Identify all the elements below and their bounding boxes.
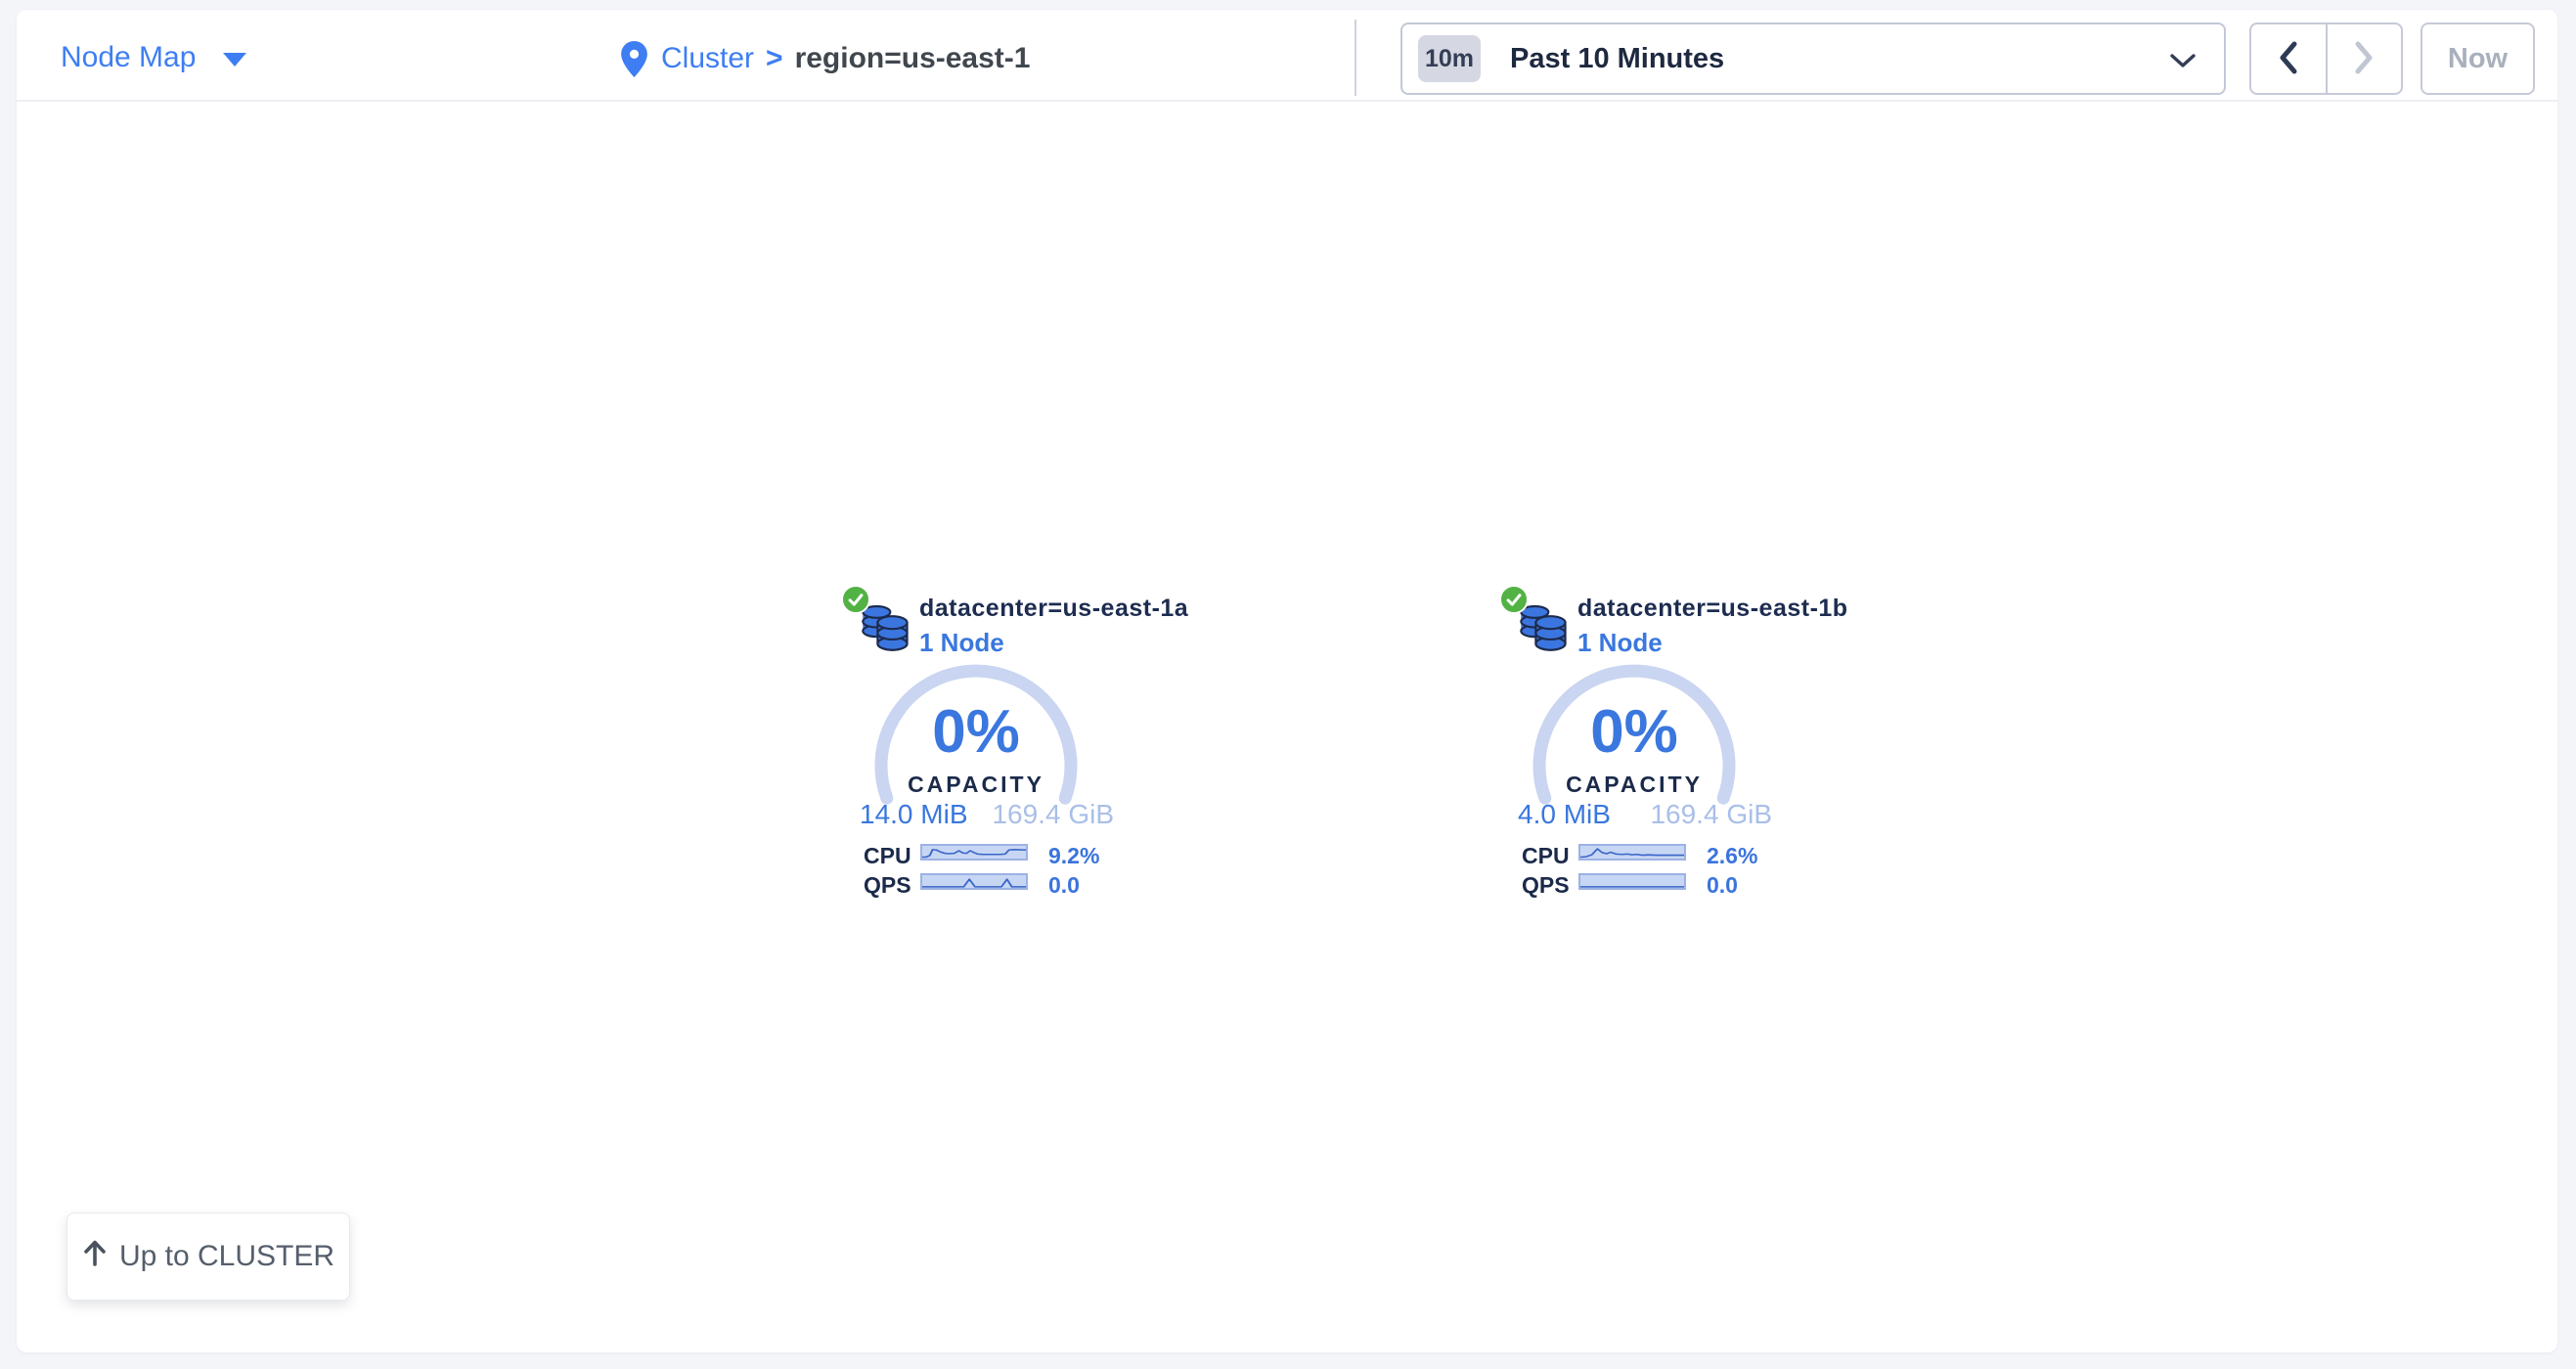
datacenter-group-us-east-1b[interactable]: datacenter=us-east-1b 1 Node 0% CAPACITY… bbox=[1480, 575, 1793, 907]
healthy-check-icon bbox=[841, 585, 870, 614]
datacenter-title: datacenter=us-east-1a bbox=[919, 595, 1188, 623]
database-stack-icon bbox=[1517, 600, 1572, 658]
capacity-percent: 0% bbox=[874, 702, 1078, 763]
chevron-left-icon bbox=[2278, 41, 2299, 77]
cpu-stat-row: CPU 2.6% bbox=[1480, 843, 1793, 868]
datacenter-node-count: 1 Node bbox=[919, 628, 1004, 658]
cpu-value: 9.2% bbox=[1048, 843, 1099, 869]
cpu-stat-row: CPU 9.2% bbox=[822, 843, 1134, 868]
capacity-percent: 0% bbox=[1532, 702, 1736, 763]
arrow-up-icon bbox=[82, 1239, 108, 1274]
caret-down-icon bbox=[223, 53, 246, 66]
capacity-gauge-arc bbox=[1532, 664, 1736, 867]
capacity-range: 4.0 MiB 169.4 GiB bbox=[1518, 799, 1772, 830]
time-range-badge: 10m bbox=[1418, 35, 1481, 82]
qps-label: QPS bbox=[864, 872, 911, 899]
breadcrumb-separator: > bbox=[766, 42, 783, 75]
up-to-cluster-button[interactable]: Up to CLUSTER bbox=[67, 1213, 350, 1301]
capacity-caption: CAPACITY bbox=[874, 772, 1078, 798]
cpu-value: 2.6% bbox=[1707, 843, 1757, 869]
view-selector-label: Node Map bbox=[61, 41, 196, 74]
qps-value: 0.0 bbox=[1707, 872, 1738, 899]
qps-label: QPS bbox=[1522, 872, 1570, 899]
now-button[interactable]: Now bbox=[2421, 22, 2535, 95]
datacenter-group-us-east-1a[interactable]: datacenter=us-east-1a 1 Node 0% CAPACITY… bbox=[822, 575, 1134, 907]
qps-stat-row: QPS 0.0 bbox=[822, 872, 1134, 898]
view-selector-dropdown[interactable]: Node Map bbox=[61, 39, 246, 76]
cpu-label: CPU bbox=[864, 843, 911, 869]
breadcrumb: Cluster > region=us-east-1 bbox=[621, 37, 1030, 80]
breadcrumb-cluster-link[interactable]: Cluster bbox=[661, 42, 754, 75]
qps-sparkline bbox=[1578, 873, 1686, 890]
app-panel: Node Map Cluster > region=us-east-1 10m … bbox=[17, 10, 2557, 1352]
time-prev-button[interactable] bbox=[2251, 24, 2328, 93]
time-nav-group bbox=[2249, 22, 2403, 95]
capacity-total: 169.4 GiB bbox=[1650, 799, 1772, 830]
datacenter-node-count: 1 Node bbox=[1577, 628, 1663, 658]
header-divider bbox=[1355, 20, 1356, 96]
cpu-label: CPU bbox=[1522, 843, 1570, 869]
time-next-button[interactable] bbox=[2328, 24, 2402, 93]
qps-value: 0.0 bbox=[1048, 872, 1080, 899]
time-range-label: Past 10 Minutes bbox=[1510, 43, 1724, 75]
up-to-cluster-label: Up to CLUSTER bbox=[119, 1240, 334, 1273]
capacity-used: 14.0 MiB bbox=[860, 799, 968, 830]
page-header: Node Map Cluster > region=us-east-1 10m … bbox=[17, 10, 2557, 102]
cpu-sparkline bbox=[920, 844, 1028, 861]
chevron-right-icon bbox=[2353, 41, 2375, 77]
breadcrumb-current: region=us-east-1 bbox=[795, 42, 1031, 75]
capacity-gauge-arc bbox=[874, 664, 1078, 867]
capacity-used: 4.0 MiB bbox=[1518, 799, 1611, 830]
capacity-range: 14.0 MiB 169.4 GiB bbox=[860, 799, 1114, 830]
location-pin-icon bbox=[621, 41, 647, 77]
chevron-down-icon bbox=[2169, 52, 2197, 74]
qps-stat-row: QPS 0.0 bbox=[1480, 872, 1793, 898]
healthy-check-icon bbox=[1499, 585, 1529, 614]
database-stack-icon bbox=[859, 600, 913, 658]
qps-sparkline bbox=[920, 873, 1028, 890]
datacenter-title: datacenter=us-east-1b bbox=[1577, 595, 1848, 623]
time-range-dropdown[interactable]: 10m Past 10 Minutes bbox=[1400, 22, 2226, 95]
capacity-total: 169.4 GiB bbox=[992, 799, 1114, 830]
cpu-sparkline bbox=[1578, 844, 1686, 861]
capacity-caption: CAPACITY bbox=[1532, 772, 1736, 798]
